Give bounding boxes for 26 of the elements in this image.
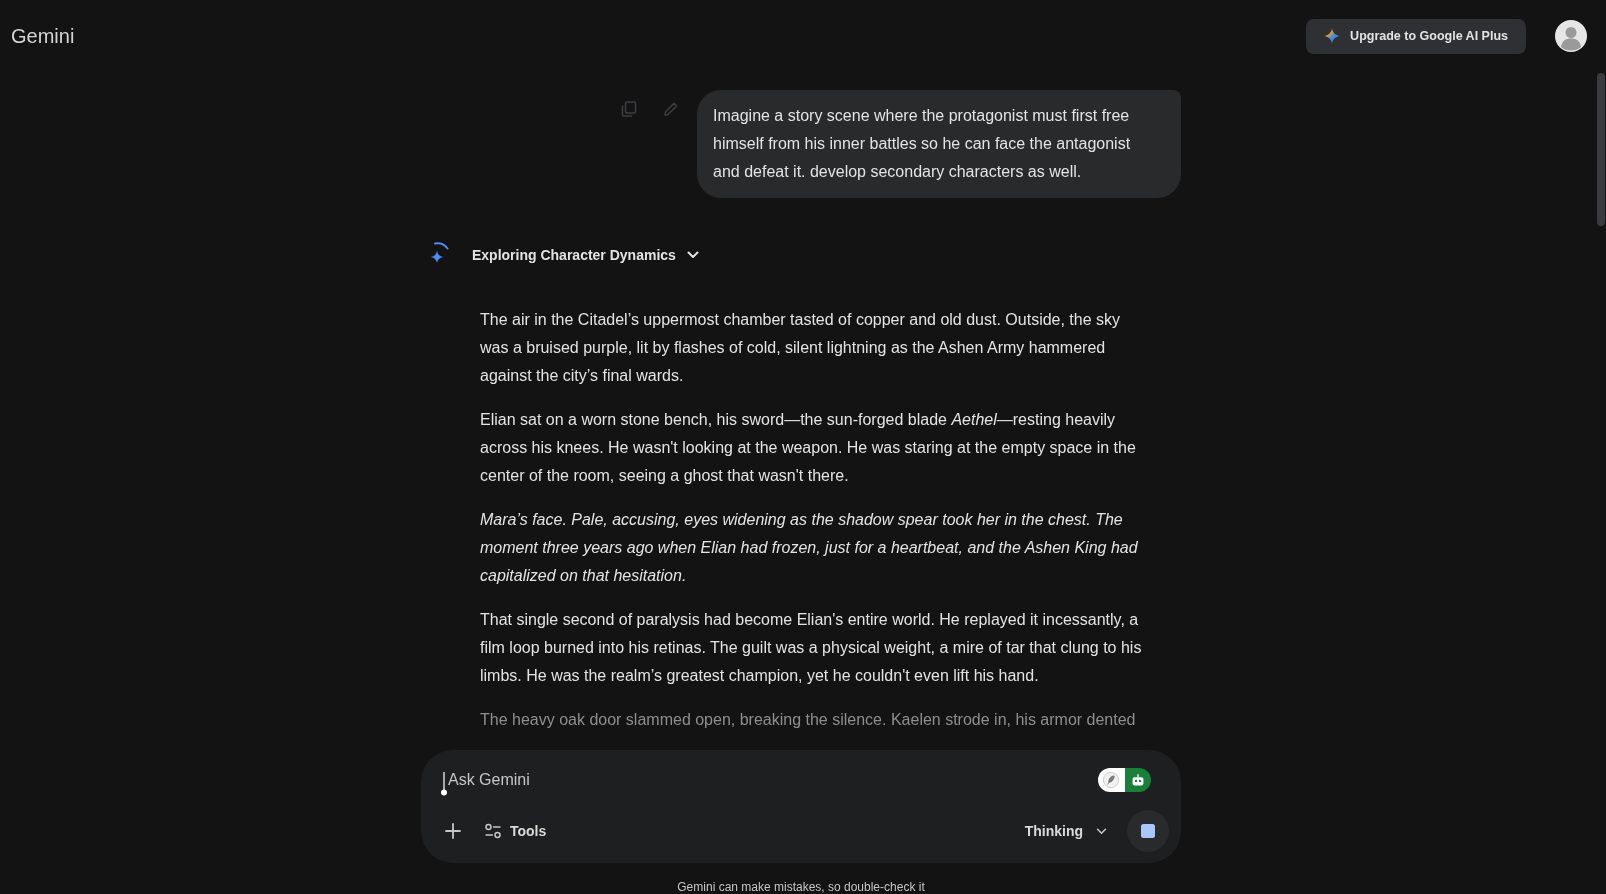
user-message: Imagine a story scene where the protagonist must first free himself from his inner battles so he can face the antagonist and defeat it. develop secondary characters as well. bbox=[697, 90, 1181, 198]
response-paragraph: The heavy oak door slammed open, breaking the silence. Kaelen strode in, his armor dented bbox=[480, 710, 1137, 730]
thoughts-toggle[interactable]: Exploring Character Dynamics bbox=[472, 247, 699, 263]
response-paragraph: Mara’s face. Pale, accusing, eyes widening as the shadow spear took her in the chest. The moment three years ago when Elian had frozen, just for a heartbeat, and the Ashen King had capitalized on that hesitation. bbox=[480, 510, 1139, 586]
copy-icon bbox=[621, 101, 637, 117]
text-cursor-icon bbox=[441, 772, 447, 796]
plus-icon bbox=[445, 823, 461, 839]
stop-button[interactable] bbox=[1127, 810, 1169, 852]
tools-button[interactable]: Tools bbox=[485, 813, 547, 849]
disclaimer-text: Gemini can make mistakes, so double-check it bbox=[677, 880, 925, 894]
feather-icon bbox=[1102, 771, 1121, 789]
sliders-icon bbox=[485, 823, 501, 839]
response-paragraph: Elian sat on a worn stone bench, his sword—the sun-forged blade Aethel—resting heavily across his knees. He wasn't looking at the weapon. He was staring at the empty space in the center of the room, seeing a ghost that wasn't there. bbox=[480, 410, 1137, 486]
sparkle-icon bbox=[1324, 28, 1341, 44]
response-paragraph: That single second of paralysis had become Elian's entire world. He replayed it incessantly, a film loop burned into his retinas. The guilt was a physical weight, a mire of tar that clung to his limbs. He was the realm’s greatest champion, yet he couldn't even lift his hand. bbox=[480, 610, 1143, 686]
chevron-icon bbox=[1096, 827, 1107, 835]
extension-toggle[interactable] bbox=[1098, 768, 1151, 792]
mode-selector[interactable]: Thinking bbox=[1024, 813, 1107, 849]
pencil-icon bbox=[663, 101, 679, 117]
avatar-icon[interactable] bbox=[1555, 20, 1587, 52]
response-paragraph: The air in the Citadel’s uppermost chamber tasted of copper and old dust. Outside, the sky was a bruised purple, lit by flashes of cold, silent lightning as the Ashen Army hammered against the city’s final wards. bbox=[480, 310, 1122, 386]
stop-icon bbox=[1141, 824, 1155, 838]
app-logo[interactable]: Gemini bbox=[11, 24, 75, 48]
scrollbar-thumb[interactable] bbox=[1597, 73, 1605, 226]
upgrade-button[interactable]: Upgrade to Google AI Plus bbox=[1306, 18, 1526, 54]
input-field[interactable]: Ask Gemini bbox=[448, 768, 1098, 792]
